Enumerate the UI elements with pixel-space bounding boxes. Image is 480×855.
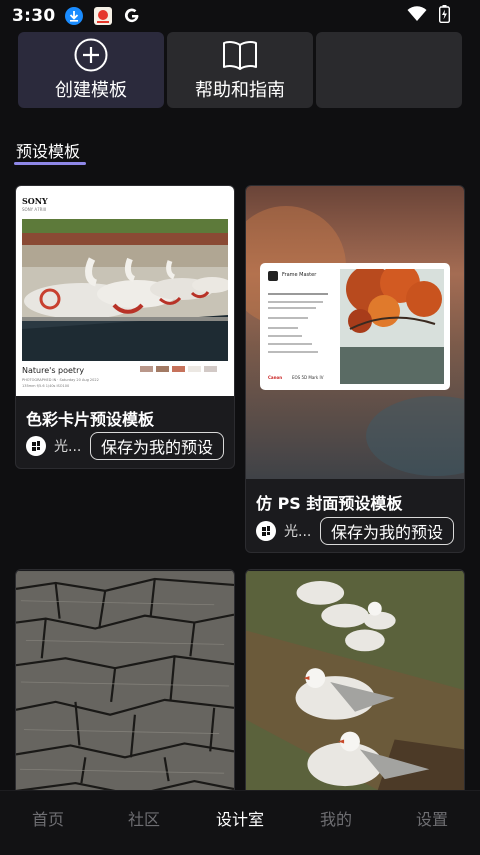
template-card[interactable]: SONY SONY A7RIII Nature's poetry PHOTOGR… — [15, 185, 235, 469]
maple-photo — [340, 269, 444, 384]
swan-boat-photo — [22, 219, 228, 361]
google-icon — [121, 5, 143, 27]
template-author: 光... — [26, 436, 81, 456]
author-name: 光... — [284, 524, 312, 540]
template-card[interactable] — [15, 569, 235, 799]
help-guide-button[interactable]: 帮助和指南 — [167, 32, 313, 108]
template-preview-image: Frame Master Canon EOS 5D Mark IV — [246, 186, 464, 479]
help-guide-label: 帮助和指南 — [195, 80, 285, 101]
save-as-my-preset-button[interactable]: 保存为我的预设 — [89, 432, 224, 460]
save-as-my-preset-button[interactable]: 保存为我的预设 — [319, 517, 454, 545]
author-avatar — [26, 436, 46, 456]
preview-meta: PHOTOGRAPHED IN · Saturday 20 Aug 2022 — [22, 378, 99, 382]
template-title: 仿 PS 封面预设模板 — [256, 494, 403, 513]
create-template-label: 创建模板 — [55, 80, 127, 101]
nav-community[interactable]: 社区 — [96, 791, 192, 845]
nav-mine[interactable]: 我的 — [288, 791, 384, 845]
app-notification-icon — [92, 5, 114, 27]
preview-caption: Nature's poetry — [22, 366, 85, 375]
author-name: 光... — [54, 439, 82, 455]
preview-brand: SONY — [22, 196, 48, 206]
template-author: 光... — [256, 521, 311, 541]
template-title: 色彩卡片预设模板 — [26, 410, 155, 429]
template-card[interactable] — [245, 569, 465, 799]
seagulls-image — [246, 571, 464, 798]
status-bar: 3:30 — [0, 0, 480, 32]
download-icon — [63, 5, 85, 27]
template-preview-image: SONY SONY A7RIII Nature's poetry PHOTOGR… — [16, 186, 234, 396]
tab-indicator — [14, 162, 86, 165]
preview-camera-model: EOS 5D Mark IV — [292, 375, 324, 380]
nav-home[interactable]: 首页 — [0, 791, 96, 845]
preview-settings: 135mm f/5.6 1/40s ISO100 — [22, 384, 70, 388]
preview-model: SONY A7RIII — [22, 207, 46, 212]
nav-design-studio[interactable]: 设计室 — [192, 791, 288, 845]
wifi-icon — [407, 6, 427, 26]
status-time: 3:30 — [12, 6, 56, 26]
wood-texture-image — [16, 571, 234, 798]
preview-app-name: Frame Master — [282, 272, 317, 278]
author-avatar — [256, 521, 276, 541]
empty-action-card[interactable] — [316, 32, 462, 108]
preview-camera-brand: Canon — [268, 375, 283, 380]
create-template-button[interactable]: 创建模板 — [18, 32, 164, 108]
nav-settings[interactable]: 设置 — [384, 791, 480, 845]
color-swatches — [140, 366, 217, 372]
quick-actions: 创建模板 帮助和指南 — [18, 32, 462, 108]
ps-cover-panel: Frame Master Canon EOS 5D Mark IV — [260, 263, 450, 390]
template-card[interactable]: Frame Master Canon EOS 5D Mark IV 仿 PS 封… — [245, 185, 465, 553]
battery-icon — [438, 5, 451, 27]
bottom-nav: 首页 社区 设计室 我的 设置 — [0, 790, 480, 855]
book-icon — [222, 38, 258, 72]
plus-circle-icon — [74, 38, 108, 72]
